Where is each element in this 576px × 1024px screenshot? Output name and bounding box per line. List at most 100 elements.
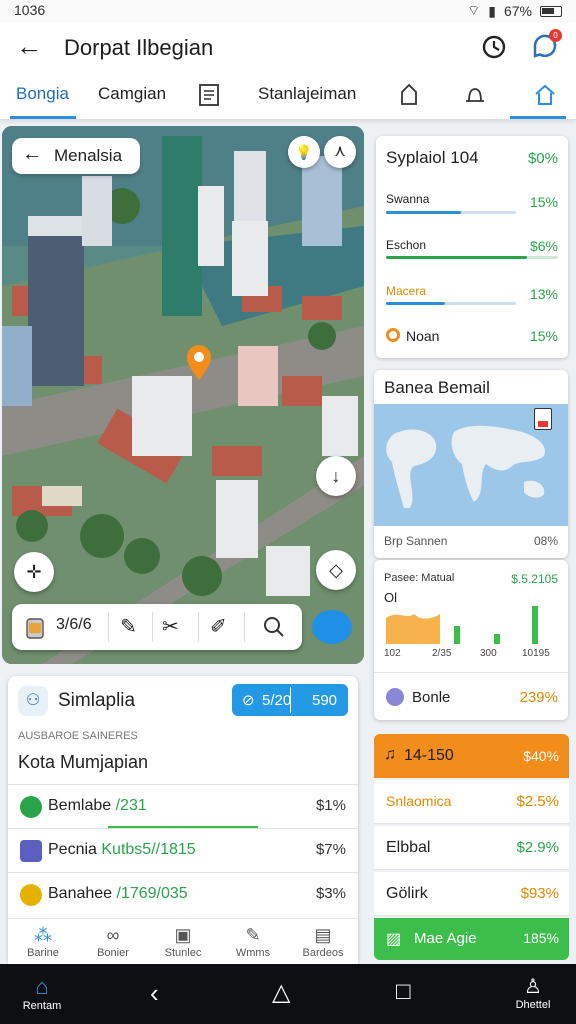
- battery-icon: [540, 5, 562, 17]
- flag-icon: ▨: [386, 931, 402, 948]
- system-nav-bar: ⌂ Rentam ‹ △ □ ♙ Dhettel: [0, 964, 576, 1024]
- world-map-card[interactable]: Banea Bemail Brp Sannen 08%: [374, 370, 568, 558]
- footer-label: Mae Agie: [414, 930, 477, 947]
- x-tick: 102: [384, 648, 401, 659]
- x-tick: 10195: [522, 648, 550, 659]
- chart-bottom-pct: 239%: [519, 689, 558, 706]
- map-footer-label: Brp Sannen: [384, 534, 448, 548]
- tab-bar: Bongia Camgian Stanlajeiman: [0, 72, 576, 120]
- right-list-item[interactable]: Snlaomica $2.5%: [374, 780, 569, 824]
- right-list-footer-button[interactable]: ▨ Mae Agie 185%: [374, 918, 569, 960]
- chart-bottom-label: Bonle: [412, 689, 451, 706]
- stat-label: Swanna: [386, 192, 430, 206]
- search-icon[interactable]: [262, 614, 286, 640]
- item-value: $1%: [315, 797, 346, 814]
- list-item[interactable]: Pecnia Kutbs5//1815 $7%: [8, 828, 358, 872]
- stat-bar: [386, 302, 445, 305]
- nav-wmms[interactable]: ✎ Wmms: [218, 923, 288, 959]
- stats-title: Syplaiol 104: [386, 148, 479, 167]
- status-time: 1036: [14, 2, 46, 18]
- x-tick: 300: [480, 648, 497, 659]
- item-name: Pecnia: [48, 841, 97, 858]
- list-item[interactable]: Banahee /1769/035 $3%: [8, 872, 358, 916]
- status-bar: 1036 ⌔ ▮ 67%: [0, 0, 576, 22]
- stat-pct: $6%: [529, 238, 558, 254]
- aerial-city-image: [2, 126, 364, 664]
- city-map[interactable]: ← Menalsia 💡 ⋏ ↓ ◇ ✛ 3/6/6 ✎ ✂ ✐: [2, 126, 364, 664]
- stat-pct: 15%: [529, 194, 558, 210]
- map-card-title: Banea Bemail: [384, 378, 490, 397]
- item-value: $2.5%: [516, 793, 559, 810]
- user-icon: ♙: [524, 976, 542, 998]
- x-tick: 2/35: [432, 648, 452, 659]
- location-arrow-button[interactable]: ↓: [316, 456, 356, 496]
- cut-icon[interactable]: ✂: [162, 614, 179, 640]
- tab-bongia[interactable]: Bongia: [16, 84, 69, 104]
- notification-button[interactable]: 0: [530, 29, 562, 61]
- music-icon: ♫: [384, 746, 396, 763]
- chart-bar: [532, 606, 538, 644]
- system-back-icon[interactable]: ‹: [150, 978, 159, 1009]
- map-search-pill[interactable]: ← Menalsia: [12, 138, 140, 174]
- chart-card: Pasee: Matual Ol $.5.2105 102 2/35 300 1…: [374, 560, 568, 720]
- pill-a[interactable]: 5/20: [262, 692, 291, 709]
- layers-button[interactable]: ◇: [316, 550, 356, 590]
- right-list-item[interactable]: Elbbal $2.9%: [374, 826, 569, 870]
- nav-barine[interactable]: ⁂ Barine: [8, 923, 78, 959]
- system-recents-icon[interactable]: □: [396, 978, 411, 1006]
- back-arrow-icon[interactable]: ←: [22, 143, 42, 166]
- edit-icon: ✎: [245, 925, 261, 945]
- tab-indicator-home: [510, 116, 566, 119]
- clock-icon[interactable]: [480, 33, 508, 61]
- chart-bar: [494, 634, 500, 644]
- tab-stanlajeiman[interactable]: Stanlajeiman: [258, 84, 356, 104]
- lightbulb-icon[interactable]: 💡: [288, 136, 320, 168]
- pen-icon[interactable]: ✎: [120, 614, 137, 640]
- back-arrow-icon[interactable]: ←: [16, 32, 46, 62]
- analytics-icon: ⚇: [18, 686, 48, 716]
- trash-icon[interactable]: [24, 614, 46, 640]
- wifi-icon: ⌔: [467, 2, 481, 18]
- item-name: Snlaomica: [386, 793, 452, 809]
- item-code: /231: [115, 797, 147, 814]
- stat-pct: 15%: [529, 328, 558, 344]
- list-item[interactable]: Bemlabe /231 $1%: [8, 784, 358, 829]
- stat-bar: [386, 256, 527, 259]
- chart-x-ticks: 102 2/35 300 10195: [384, 648, 560, 662]
- system-profile-button[interactable]: ♙ Dhettel: [508, 974, 558, 1011]
- signal-icon: ▮: [488, 2, 496, 19]
- dots-icon: ⁂: [34, 925, 52, 945]
- zoom-button[interactable]: ✛: [14, 552, 54, 592]
- panel-pill-group[interactable]: ⊘ 5/20 590: [232, 684, 348, 716]
- coin-icon: [20, 884, 42, 906]
- cloud-sync-icon[interactable]: [312, 610, 352, 644]
- pencil-icon[interactable]: ✐: [210, 614, 227, 640]
- map-location-label: Menalsia: [54, 146, 123, 165]
- document-icon: [20, 840, 42, 862]
- compass-icon[interactable]: ⋏: [324, 136, 356, 168]
- home-icon[interactable]: [532, 82, 558, 108]
- right-list-header[interactable]: ♫ 14-150 $40%: [374, 734, 569, 778]
- map-toolbar-count: 3/6/6: [56, 616, 92, 633]
- nav-stunlec[interactable]: ▣ Stunlec: [148, 923, 218, 959]
- document-icon[interactable]: [196, 82, 222, 108]
- nav-bonier[interactable]: ∞ Bonier: [78, 923, 148, 959]
- stat-label: Macera: [386, 284, 427, 298]
- system-home-triangle-icon[interactable]: △: [272, 978, 290, 1007]
- map-footer-pct: 08%: [533, 534, 558, 548]
- tag-icon[interactable]: [396, 82, 422, 108]
- link-icon: ∞: [106, 925, 120, 945]
- pill-b[interactable]: 590: [312, 692, 337, 709]
- bell-icon[interactable]: [462, 82, 488, 108]
- noan-icon: [386, 328, 400, 342]
- right-list-item[interactable]: Gölirk $93%: [374, 872, 569, 916]
- stat-bar: [386, 211, 461, 214]
- system-home-button[interactable]: ⌂ Rentam: [14, 974, 70, 1012]
- map-pin-icon[interactable]: [184, 344, 214, 382]
- alert-marker-icon[interactable]: [534, 408, 552, 430]
- tab-camgian[interactable]: Camgian: [98, 84, 166, 104]
- bottom-tab-nav: ⁂ Barine ∞ Bonier ▣ Stunlec ✎ Wmms ▤ Bardeos: [8, 918, 358, 966]
- home-icon: ⌂: [35, 974, 49, 999]
- nav-bardeos[interactable]: ▤ Bardeos: [288, 923, 358, 959]
- chart-left-label: Pasee: Matual: [384, 572, 455, 584]
